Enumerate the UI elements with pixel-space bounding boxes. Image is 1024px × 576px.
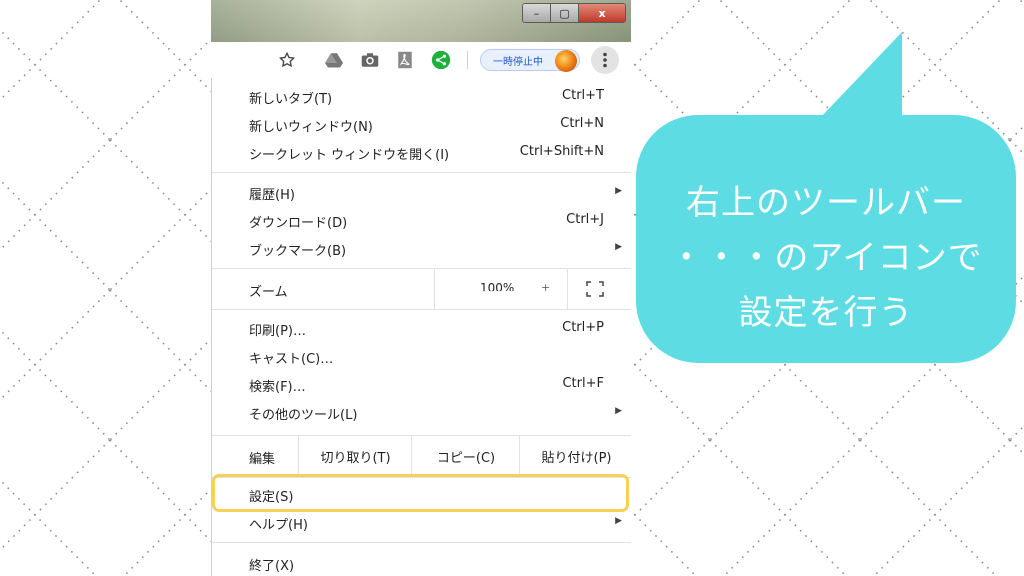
menu-shortcut: Ctrl+Shift+N [519, 144, 604, 159]
menu-item-print[interactable]: 印刷(P)… Ctrl+P [212, 317, 631, 341]
menu-item-incognito[interactable]: シークレット ウィンドウを開く(I) Ctrl+Shift+N [212, 141, 631, 165]
star-icon[interactable] [277, 50, 297, 70]
menu-label: シークレット ウィンドウを開く(I) [249, 148, 450, 163]
zoom-divider [567, 269, 568, 309]
drive-icon[interactable] [324, 50, 344, 70]
callout-line-1: 右上のツールバー [686, 183, 966, 223]
cut-label: 切り取り(T) [320, 450, 391, 466]
menu-item-help[interactable]: ヘルプ(H) ▶ [212, 511, 631, 535]
menu-label: キャスト(C)… [249, 352, 334, 367]
menu-item-bookmarks[interactable]: ブックマーク(B) ▶ [212, 237, 631, 261]
settings-highlight [212, 474, 629, 512]
camera-icon[interactable] [360, 50, 380, 70]
close-button[interactable]: x [579, 4, 625, 22]
sync-paused-label: 一時停止中 [493, 56, 543, 68]
menu-item-cast[interactable]: キャスト(C)… [212, 345, 631, 369]
copy-label: コピー(C) [436, 450, 496, 466]
menu-item-find[interactable]: 検索(F)… Ctrl+F [212, 373, 631, 397]
menu-separator [212, 309, 631, 310]
title-bar: – ▢ x [211, 0, 631, 42]
browser-toolbar: 一時停止中 [211, 42, 631, 79]
menu-label: その他のツール(L) [249, 408, 358, 423]
menu-shortcut: Ctrl+P [562, 320, 604, 335]
submenu-arrow-icon: ▶ [615, 406, 622, 416]
paste-label: 貼り付け(P) [541, 450, 612, 466]
menu-label: ダウンロード(D) [249, 216, 348, 231]
paste-button[interactable]: 貼り付け(P) [519, 436, 631, 476]
zoom-divider [434, 269, 435, 309]
pdf-icon[interactable] [395, 50, 415, 70]
menu-label: 検索(F)… [249, 380, 306, 395]
menu-item-edit: 編集 切り取り(T) コピー(C) 貼り付け(P) [212, 436, 631, 476]
menu-label: ズーム [249, 285, 288, 300]
fullscreen-icon[interactable] [586, 281, 604, 297]
kebab-icon [603, 52, 607, 68]
menu-separator [212, 542, 631, 543]
menu-shortcut: Ctrl+F [562, 376, 604, 391]
callout-text: 右上のツールバー ・・・のアイコンで 設定を行う [636, 176, 1016, 341]
menu-item-exit[interactable]: 終了(X) [212, 552, 631, 576]
maximize-button[interactable]: ▢ [551, 4, 579, 22]
zoom-in-icon[interactable]: + [541, 281, 550, 294]
menu-shortcut: Ctrl+N [560, 116, 604, 131]
menu-item-downloads[interactable]: ダウンロード(D) Ctrl+J [212, 209, 631, 233]
menu-label: 編集 [249, 452, 276, 467]
callout-line-2: ・・・のアイコンで [669, 238, 983, 278]
minimize-button[interactable]: – [523, 4, 551, 22]
menu-shortcut: Ctrl+J [566, 212, 604, 227]
menu-label: ブックマーク(B) [249, 244, 347, 259]
menu-item-new-tab[interactable]: 新しいタブ(T) Ctrl+T [212, 85, 631, 109]
window-controls: – ▢ x [522, 3, 626, 23]
menu-label: 新しいウィンドウ(N) [249, 120, 373, 135]
submenu-arrow-icon: ▶ [615, 516, 622, 526]
menu-item-history[interactable]: 履歴(H) ▶ [212, 181, 631, 205]
menu-label: ヘルプ(H) [249, 518, 308, 533]
share-icon[interactable] [430, 50, 452, 70]
menu-item-more-tools[interactable]: その他のツール(L) ▶ [212, 401, 631, 425]
profile-avatar[interactable] [555, 50, 577, 72]
menu-label: 印刷(P)… [249, 324, 306, 339]
toolbar-divider [467, 51, 468, 69]
menu-label: 履歴(H) [249, 188, 295, 203]
menu-separator [212, 172, 631, 173]
callout-line-3: 設定を行う [738, 293, 914, 333]
menu-item-zoom: ズーム 100% + [212, 269, 631, 309]
menu-label: 終了(X) [249, 559, 295, 574]
copy-button[interactable]: コピー(C) [411, 436, 520, 476]
menu-label: 新しいタブ(T) [249, 92, 333, 107]
more-menu-button[interactable] [591, 46, 619, 74]
submenu-arrow-icon: ▶ [615, 186, 622, 196]
menu-shortcut: Ctrl+T [562, 88, 604, 103]
menu-item-new-window[interactable]: 新しいウィンドウ(N) Ctrl+N [212, 113, 631, 137]
cut-button[interactable]: 切り取り(T) [298, 436, 412, 476]
submenu-arrow-icon: ▶ [615, 242, 622, 252]
